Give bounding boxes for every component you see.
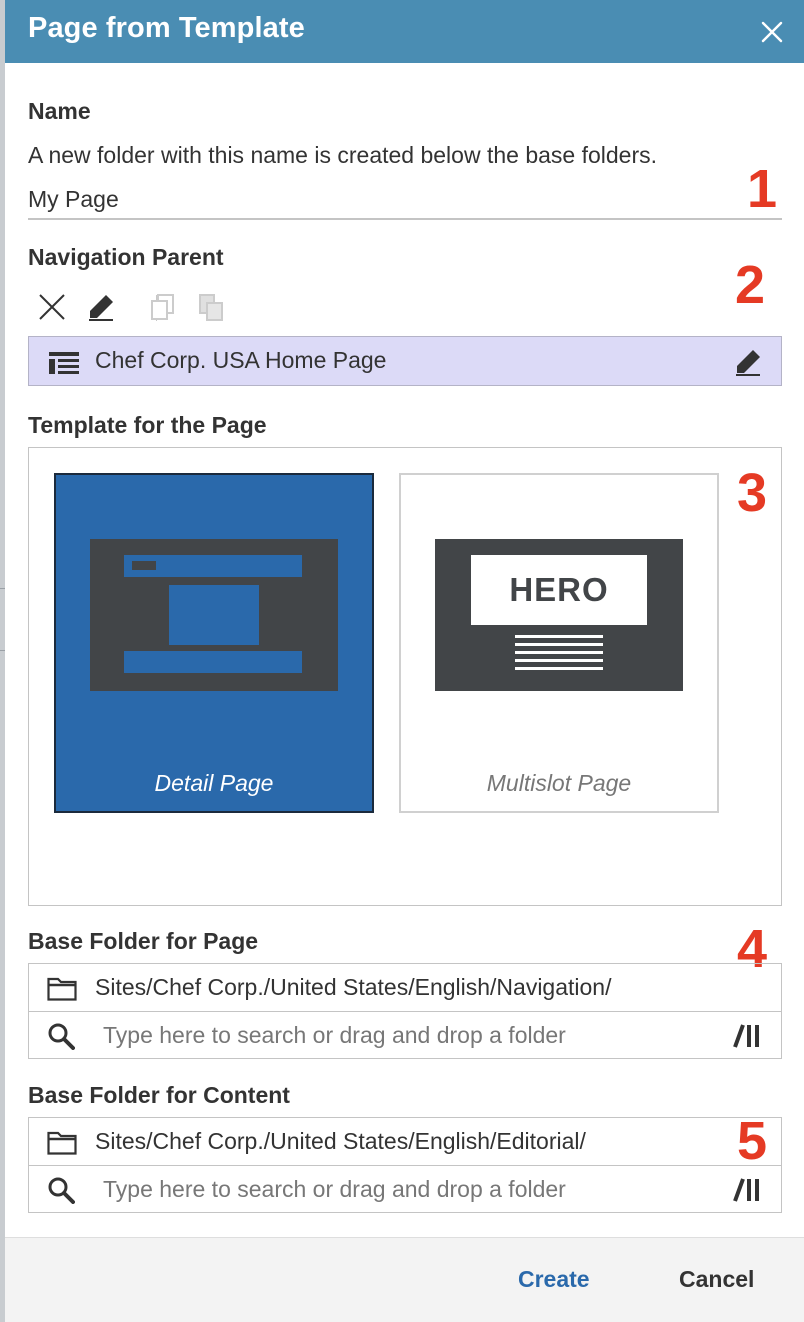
name-label: Name [28, 98, 91, 124]
edit-icon[interactable] [83, 288, 119, 326]
base-folder-page-label: Base Folder for Page [28, 928, 259, 954]
template-card-multislot-page[interactable]: HERO Multislot Page [399, 473, 719, 813]
base-folder-content-label: Base Folder for Content [28, 1082, 290, 1108]
template-label-detail-page: Detail Page [154, 770, 274, 796]
base-folder-page-field: Sites/Chef Corp./United States/English/N… [28, 963, 782, 1059]
base-folder-content-search-row [29, 1165, 781, 1213]
base-folder-page-search-row [29, 1011, 781, 1059]
template-label-multislot-page: Multislot Page [486, 770, 632, 796]
template-label: Template for the Page [28, 412, 267, 438]
paste-icon[interactable] [193, 288, 229, 326]
hero-thumb-text: HERO [471, 555, 647, 625]
library-icon[interactable] [733, 1023, 763, 1054]
base-folder-content-search-input[interactable] [103, 1173, 703, 1205]
dialog-title: Page from Template [28, 12, 305, 44]
close-icon[interactable] [758, 18, 786, 46]
multislot-page-thumbnail: HERO [435, 539, 683, 691]
page-icon [49, 352, 79, 379]
create-button[interactable]: Create [518, 1266, 590, 1293]
dialog-footer: Create Cancel [5, 1237, 804, 1322]
search-icon [47, 1022, 75, 1055]
annotation-1: 1 [747, 159, 778, 219]
base-folder-page-item[interactable]: Sites/Chef Corp./United States/English/N… [29, 964, 781, 1012]
base-folder-content-field: Sites/Chef Corp./United States/English/E… [28, 1117, 782, 1213]
copy-icon[interactable] [145, 288, 181, 326]
page-from-template-dialog: Page from Template Name A new folder wit… [5, 0, 804, 1322]
name-input[interactable] [28, 180, 782, 220]
base-folder-page-path: Sites/Chef Corp./United States/English/N… [95, 974, 612, 1000]
navigation-parent-item[interactable]: Chef Corp. USA Home Page [28, 336, 782, 386]
navigation-parent-label: Navigation Parent [28, 244, 224, 270]
navigation-parent-value: Chef Corp. USA Home Page [95, 347, 387, 373]
annotation-2: 2 [735, 255, 766, 315]
template-card-detail-page[interactable]: Detail Page [54, 473, 374, 813]
navigation-parent-toolbar [33, 288, 233, 328]
library-icon[interactable] [733, 1177, 763, 1208]
remove-icon[interactable] [34, 288, 70, 326]
cancel-button[interactable]: Cancel [679, 1266, 754, 1293]
base-folder-page-search-input[interactable] [103, 1019, 703, 1051]
base-folder-content-path: Sites/Chef Corp./United States/English/E… [95, 1128, 586, 1154]
edit-icon[interactable] [733, 347, 763, 382]
dialog-header: Page from Template [5, 0, 804, 63]
name-help-text: A new folder with this name is created b… [28, 142, 658, 168]
template-picker: Detail Page HERO Multislot Page [28, 447, 782, 906]
search-icon [47, 1176, 75, 1209]
folder-icon [47, 977, 77, 1006]
base-folder-content-item[interactable]: Sites/Chef Corp./United States/English/E… [29, 1118, 781, 1166]
folder-icon [47, 1131, 77, 1160]
detail-page-thumbnail [90, 539, 338, 691]
